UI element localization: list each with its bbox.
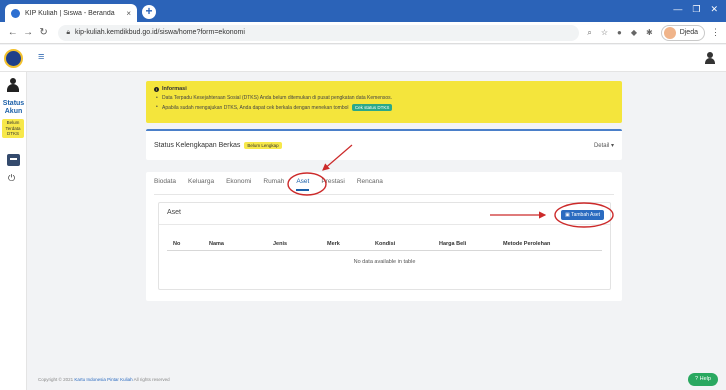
extension-icon[interactable]: ● (617, 28, 622, 37)
status-akun-label: Status Akun (2, 100, 25, 115)
kip-logo[interactable] (4, 49, 23, 68)
tab-divider (154, 194, 614, 195)
panel-divider (159, 224, 610, 225)
col-jenis[interactable]: Jenis (273, 241, 287, 247)
extension-icons: ⌕ ☆ ● ◆ ✱ (587, 28, 652, 38)
address-bar[interactable]: 🔒︎ kip-kuliah.kemdikbud.go.id/siswa/home… (58, 24, 580, 41)
browser-tab[interactable]: KIP Kuliah | Siswa - Beranda × (5, 4, 137, 22)
aset-panel: Aset ▣ Tambah Aset No Nama Jenis Merk Ko… (158, 202, 611, 290)
tab-keluarga[interactable]: Keluarga (188, 178, 214, 191)
power-icon[interactable]: ⏻ (8, 173, 15, 184)
status-badge: Belum Terdata DTKS (2, 119, 24, 138)
maximize-icon[interactable]: ❐ (692, 4, 700, 15)
detail-dropdown-button[interactable]: Detail ▾ (594, 142, 614, 149)
tab-biodata[interactable]: Biodata (154, 178, 176, 191)
info-line-1: Data Terpadu Kesejahteraan Sosial (DTKS)… (154, 95, 614, 101)
puzzle-icon[interactable]: ✱ (646, 28, 653, 37)
col-kondisi[interactable]: Kondisi (375, 241, 395, 247)
help-button[interactable]: ? Help (688, 373, 718, 386)
profile-name: Djeda (679, 29, 698, 36)
berkas-title: Status Kelengkapan Berkas (154, 142, 241, 149)
back-icon[interactable]: ← (6, 27, 19, 38)
reload-icon[interactable]: ↻ (37, 27, 50, 38)
panel-title: Aset (167, 209, 182, 216)
col-no[interactable]: No (173, 241, 180, 247)
app-header: ≡ (0, 45, 726, 72)
add-aset-button[interactable]: ▣ Tambah Aset (561, 210, 604, 220)
empty-table-message: No data available in table (353, 259, 416, 265)
new-tab-button[interactable]: + (142, 5, 156, 19)
lock-icon: 🔒︎ (66, 28, 71, 36)
tab-title: KIP Kuliah | Siswa - Beranda (25, 9, 115, 17)
form-card: Biodata Keluarga Ekonomi Rumah Aset Pres… (146, 172, 622, 301)
info-line-2: Apabila sudah mengajukan DTKS, Anda dapa… (154, 104, 614, 111)
tab-rencana[interactable]: Rencana (357, 178, 383, 191)
footer: Copyright © 2021 Kartu Indonesia Pintar … (38, 377, 170, 382)
browser-toolbar: ← → ↻ 🔒︎ kip-kuliah.kemdikbud.go.id/sisw… (0, 22, 726, 44)
info-icon: ! (154, 86, 159, 92)
berkas-status-badge: Belum Lengkap (244, 142, 282, 149)
more-menu-icon[interactable]: ⋮ (711, 27, 720, 38)
browser-tab-strip: KIP Kuliah | Siswa - Beranda × + — ❐ ✕ (0, 0, 726, 22)
bookmark-star-icon[interactable]: ☆ (601, 28, 608, 37)
extension-icon[interactable]: ◆ (631, 28, 637, 37)
col-merk[interactable]: Merk (327, 241, 340, 247)
minimize-icon[interactable]: — (673, 4, 682, 15)
close-window-icon[interactable]: ✕ (710, 4, 718, 15)
profile-button[interactable]: Djeda (660, 24, 705, 41)
tab-rumah[interactable]: Rumah (263, 178, 284, 191)
site-favicon-icon (11, 8, 20, 18)
table-header: No Nama Jenis Merk Kondisi Harga Beli Me… (167, 239, 602, 251)
user-avatar-icon[interactable] (704, 52, 716, 64)
user-avatar (6, 78, 20, 92)
info-title: ! Informasi (154, 86, 187, 92)
hamburger-menu-icon[interactable]: ≡ (38, 51, 44, 63)
sidebar: Status Akun Belum Terdata DTKS ⏻ (0, 72, 27, 390)
profile-avatar (663, 26, 676, 39)
search-icon[interactable]: ⌕ (587, 28, 591, 38)
url-text: kip-kuliah.kemdikbud.go.id/siswa/home?fo… (75, 29, 245, 36)
col-nama[interactable]: Nama (209, 241, 224, 247)
tab-ekonomi[interactable]: Ekonomi (226, 178, 251, 191)
footer-link[interactable]: Kartu Indonesia Pintar Kuliah (74, 377, 132, 382)
col-metode-perolehan[interactable]: Metode Perolehan (503, 241, 550, 247)
form-tabs: Biodata Keluarga Ekonomi Rumah Aset Pres… (154, 178, 383, 191)
window-controls: — ❐ ✕ (673, 4, 718, 15)
berkas-status-card: Status Kelengkapan Berkas Belum Lengkap … (146, 129, 622, 160)
tab-aset[interactable]: Aset (296, 178, 310, 191)
col-harga-beli[interactable]: Harga Beli (439, 241, 466, 247)
check-dtks-button[interactable]: Cek status DTKS (351, 104, 393, 111)
id-card-icon[interactable] (7, 154, 20, 166)
forward-icon[interactable]: → (21, 27, 34, 38)
tab-close-icon[interactable]: × (126, 9, 131, 18)
tab-prestasi[interactable]: Prestasi (321, 178, 344, 191)
dtks-info-alert: ! Informasi Data Terpadu Kesejahteraan S… (146, 81, 622, 123)
